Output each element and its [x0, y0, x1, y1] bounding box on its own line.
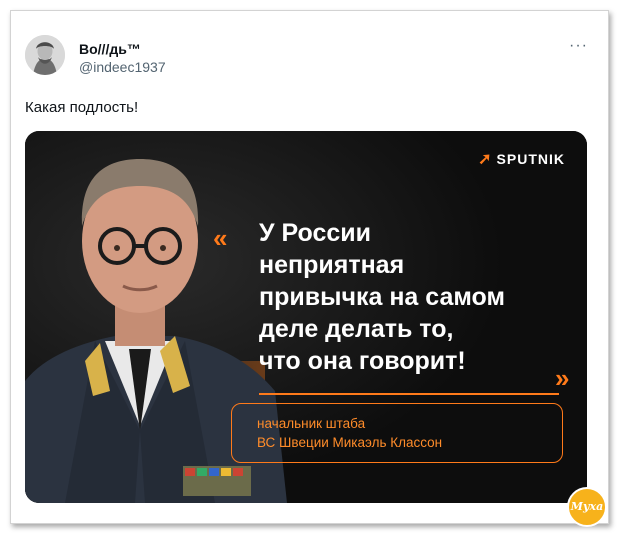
watermark-logo: Муха — [567, 487, 607, 527]
quote-underline — [259, 393, 559, 395]
quote-text: У России неприятная привычка на самом де… — [259, 217, 505, 377]
tweet-media-image[interactable]: ➚ SPUTNIK « У России неприятная привычка … — [25, 131, 587, 503]
attribution-line: начальник штаба — [257, 416, 366, 431]
sputnik-logo: ➚ SPUTNIK — [478, 151, 565, 168]
quote-line: неприятная — [259, 251, 405, 279]
tweet-text: Какая подлость! — [25, 99, 139, 116]
attribution-line: ВС Швеции Микаэль Классон — [257, 435, 443, 450]
quote-open-mark: « — [213, 223, 228, 253]
quote-line: что она говорит! — [259, 347, 466, 375]
brand-name: SPUTNIK — [496, 151, 565, 167]
more-options-icon[interactable]: ··· — [569, 37, 588, 55]
quote-close-mark: » — [555, 363, 570, 393]
quote-line: привычка на самом — [259, 283, 505, 311]
display-name[interactable]: Bo///дь™ — [79, 41, 141, 57]
avatar[interactable] — [25, 35, 65, 75]
quote-line: У России — [259, 219, 372, 247]
quote-line: деле делать то, — [259, 315, 454, 343]
attribution-text: начальник штаба ВС Швеции Микаэль Классо… — [257, 414, 442, 452]
tweet-card: Bo///дь™ @indeec1937 ··· Какая подлость! — [10, 10, 609, 527]
user-handle[interactable]: @indeec1937 — [79, 59, 166, 75]
